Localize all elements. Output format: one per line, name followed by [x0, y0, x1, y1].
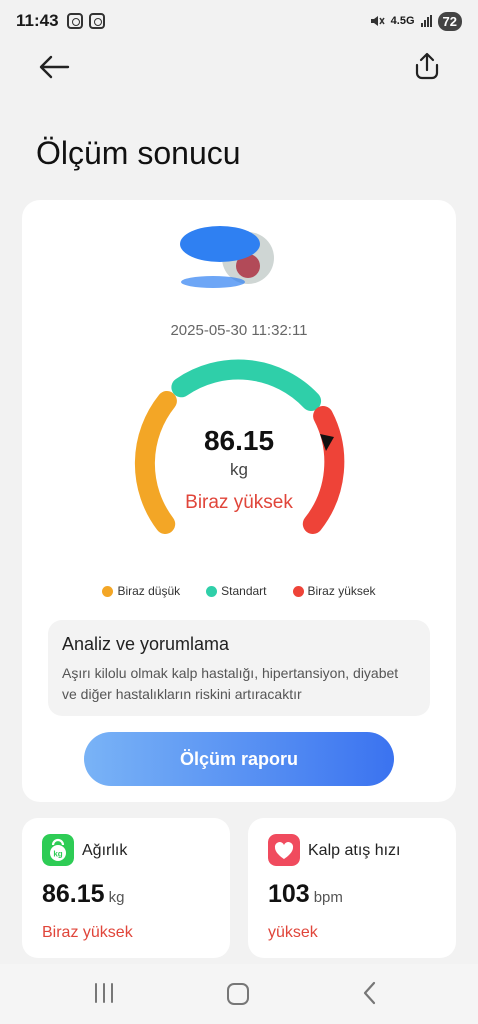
heart-rate-value-row: 103 bpm: [268, 880, 343, 909]
legend-item-high: Biraz yüksek: [292, 584, 376, 598]
analysis-title: Analiz ve yorumlama: [62, 634, 230, 654]
gauge-status: Biraz yüksek: [185, 492, 293, 513]
weight-status: Biraz yüksek: [42, 924, 133, 941]
measurement-datetime: 2025-05-30 11:32:11: [170, 322, 308, 339]
top-bar: [0, 44, 478, 90]
status-right: 4.5G 72: [369, 11, 462, 31]
arrow-left-icon[interactable]: [36, 52, 72, 82]
gauge-value: 86.15: [203, 425, 275, 456]
analysis-text: Aşırı kilolu olmak kalp hastalığı, hiper…: [62, 665, 399, 702]
heart-icon: [268, 834, 300, 866]
weight-value: 86.15: [42, 880, 105, 908]
home-icon[interactable]: [227, 983, 249, 1005]
signal-icon: [420, 15, 432, 27]
weight-value-row: 86.15 kg: [42, 880, 124, 909]
legend-label: Biraz yüksek: [307, 584, 376, 598]
legend-dot: [206, 585, 218, 597]
gauge-unit: kg: [230, 460, 248, 479]
kettlebell-icon-label: kg: [53, 850, 62, 859]
result-card: 2025-05-30 11:32:11 86.15 kg Biraz yükse…: [22, 200, 456, 802]
heart-rate-title: Kalp atış hızı: [308, 842, 401, 859]
legend-label: Standart: [221, 584, 267, 598]
system-nav-bar: [0, 964, 478, 1024]
back-icon[interactable]: [360, 980, 380, 1006]
legend-item-low: Biraz düşük: [102, 584, 180, 598]
screenshot-icon: [66, 13, 83, 29]
legend: Biraz düşük Standart Biraz yüksek: [22, 584, 456, 598]
heart-rate-value: 103: [268, 880, 310, 908]
legend-item-standard: Standart: [206, 584, 267, 598]
weight-title: Ağırlık: [82, 842, 128, 859]
heart-rate-card[interactable]: Kalp atış hızı 103 bpm yüksek: [248, 818, 456, 958]
battery-icon: 72: [437, 11, 462, 31]
kettlebell-icon: kg: [42, 834, 74, 866]
heart-rate-unit: bpm: [313, 889, 343, 906]
status-bar: 11:43 4.5G 72: [0, 0, 478, 42]
status-left-icons: [66, 13, 105, 29]
page-title: Ölçüm sonucu: [36, 135, 241, 171]
legend-label: Biraz düşük: [117, 584, 181, 598]
recent-apps-icon[interactable]: [92, 982, 116, 1004]
legend-dot: [292, 585, 304, 597]
mute-icon: [370, 16, 385, 26]
measurement-report-button[interactable]: Ölçüm raporu: [84, 732, 394, 786]
heart-rate-status: yüksek: [268, 924, 318, 941]
weight-card[interactable]: kg Ağırlık 86.15 kg Biraz yüksek: [22, 818, 230, 958]
weight-unit: kg: [108, 889, 125, 906]
status-time: 11:43: [16, 11, 59, 30]
avatar: [180, 226, 274, 288]
instagram-icon: [88, 13, 105, 29]
analysis-box: Analiz ve yorumlama Aşırı kilolu olmak k…: [48, 620, 430, 716]
gauge-segment-standard: [171, 359, 322, 411]
share-icon[interactable]: [412, 50, 442, 82]
legend-dot: [102, 585, 114, 597]
network-type: 4.5G: [390, 15, 415, 27]
